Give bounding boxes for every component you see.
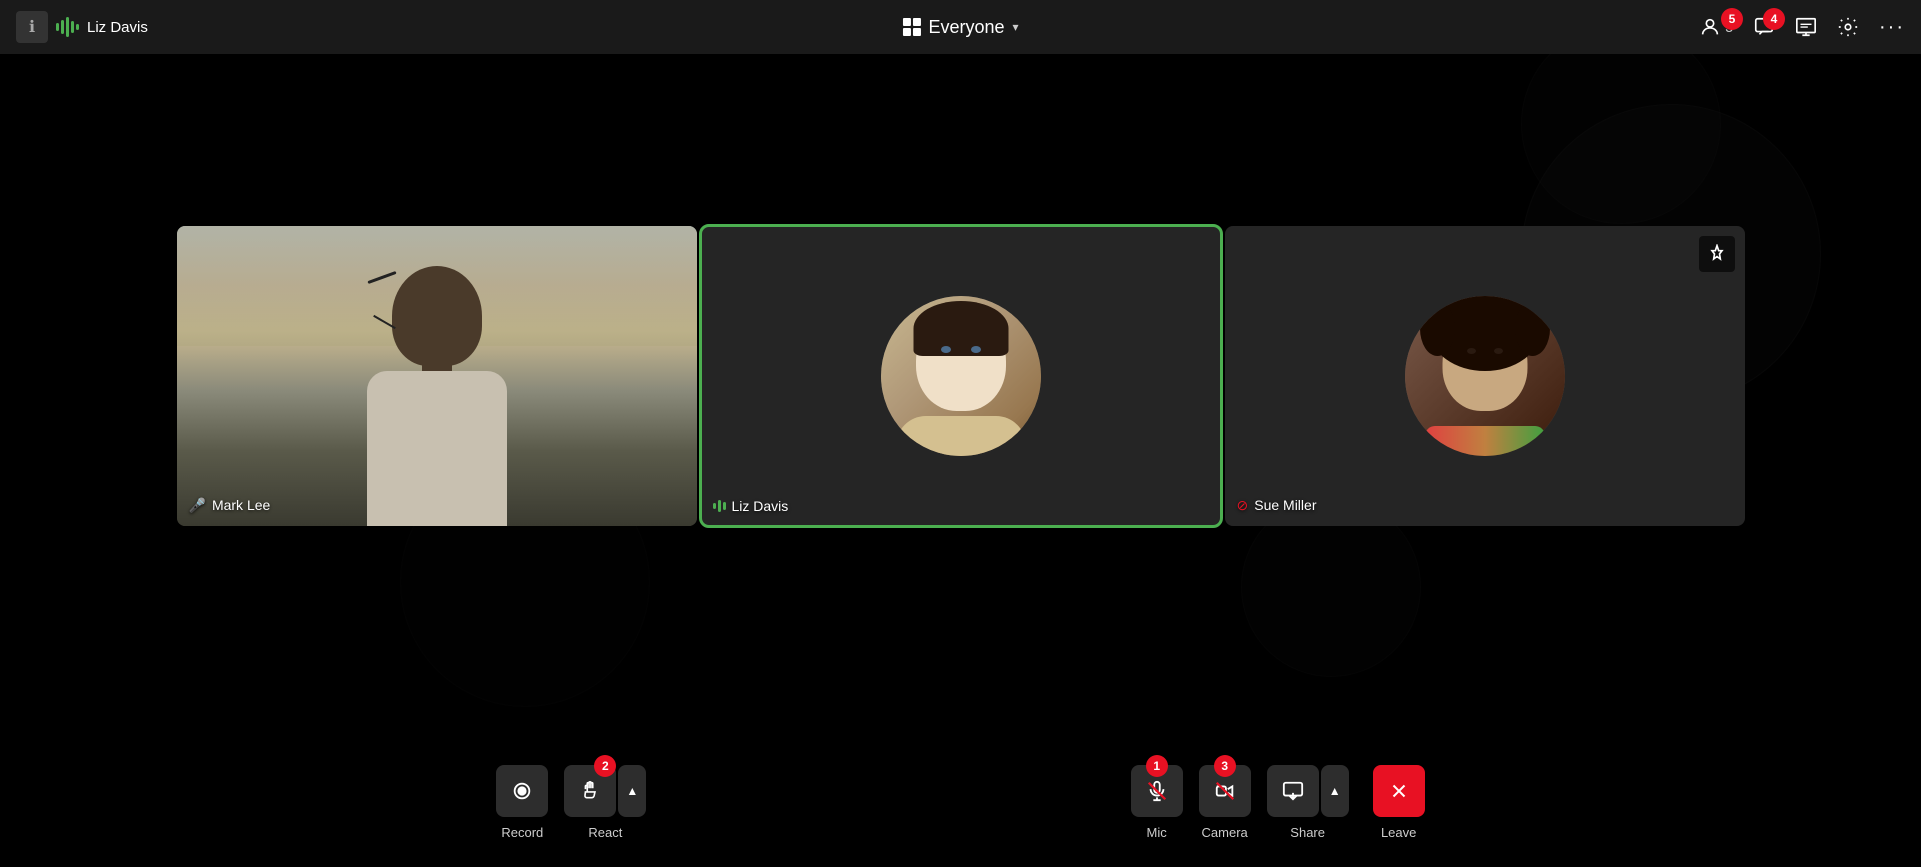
chat-button[interactable]: 4 [1753,16,1775,38]
video-tile-mark-lee: 🎤 Mark Lee [177,226,697,526]
chat-badge: 4 [1763,8,1785,30]
current-user-name: Liz Davis [87,19,148,36]
mute-icon-mark-lee: 🎤 [189,497,206,514]
participants-badge: 5 [1721,8,1743,30]
react-icon [579,780,601,802]
header: ℹ Liz Davis Everyone ▾ 3 5 [0,0,1921,54]
mic-label: Mic [1147,825,1167,840]
camera-off-icon [1214,780,1236,802]
avatar-liz-davis [881,296,1041,456]
leave-btn-row [1373,765,1425,817]
header-left: ℹ Liz Davis [16,11,148,43]
record-label: Record [501,825,543,840]
header-center: Everyone ▾ [902,17,1018,38]
react-badge: 2 [594,755,616,777]
chevron-up-icon: ▲ [626,784,638,798]
mic-badge: 1 [1146,755,1168,777]
toolbar-group-share: ▲ Share [1267,765,1349,840]
leave-button[interactable] [1373,765,1425,817]
share-btn-row: ▲ [1267,765,1349,817]
name-liz-davis: Liz Davis [732,498,789,514]
ellipsis-icon: ··· [1879,16,1905,39]
video-tile-sue-miller: ⊘ Sue Miller [1225,226,1745,526]
record-icon [511,780,533,802]
whiteboard-button[interactable] [1795,16,1817,38]
pin-button-sue-miller[interactable] [1699,236,1735,272]
liz-audio-waves [713,498,726,514]
person-icon [1699,16,1721,38]
video-tile-liz-davis: Liz Davis [701,226,1221,526]
mute-icon-sue-miller: ⊘ [1237,497,1249,514]
camera-btn-row: 3 [1199,765,1251,817]
share-chevron-up-icon: ▲ [1329,784,1341,798]
name-mark-lee: Mark Lee [212,497,270,513]
record-button[interactable] [496,765,548,817]
record-btn-row [496,765,548,817]
toolbar-group-react: 2 ▲ React [564,765,646,840]
everyone-button[interactable]: Everyone ▾ [902,17,1018,38]
toolbar-group-record: Record [496,765,548,840]
camera-label: Camera [1202,825,1248,840]
info-icon[interactable]: ℹ [16,11,48,43]
participant-name-liz-davis: Liz Davis [713,498,789,514]
name-sue-miller: Sue Miller [1254,497,1316,513]
mic-muted-icon [1146,780,1168,802]
leave-label: Leave [1381,825,1416,840]
settings-icon [1837,16,1859,38]
header-right: 3 5 4 ··· [1699,16,1905,39]
mic-btn-row: 1 [1131,765,1183,817]
whiteboard-icon [1795,16,1817,38]
share-label: Share [1290,825,1325,840]
grid-icon [902,18,920,36]
toolbar-group-mic: 1 Mic [1131,765,1183,840]
react-label: React [588,825,622,840]
leave-icon [1388,780,1410,802]
everyone-label: Everyone [928,17,1004,38]
share-icon [1282,780,1304,802]
participant-name-sue-miller: ⊘ Sue Miller [1237,497,1317,514]
toolbar-group-camera: 3 Camera [1199,765,1251,840]
avatar-sue-miller [1405,296,1565,456]
toolbar: Record 2 ▲ React 1 [0,737,1921,867]
video-grid: 🎤 Mark Lee [0,54,1921,697]
participant-name-mark-lee: 🎤 Mark Lee [189,497,271,514]
pin-icon [1707,244,1727,264]
react-expand-button[interactable]: ▲ [618,765,646,817]
share-expand-button[interactable]: ▲ [1321,765,1349,817]
chevron-down-icon: ▾ [1013,20,1019,34]
camera-badge: 3 [1214,755,1236,777]
participants-button[interactable]: 3 5 [1699,16,1733,38]
react-btn-row: 2 ▲ [564,765,646,817]
share-button[interactable] [1267,765,1319,817]
more-options-button[interactable]: ··· [1879,16,1905,39]
toolbar-group-leave: Leave [1373,765,1425,840]
audio-waves [56,17,79,37]
settings-button[interactable] [1837,16,1859,38]
